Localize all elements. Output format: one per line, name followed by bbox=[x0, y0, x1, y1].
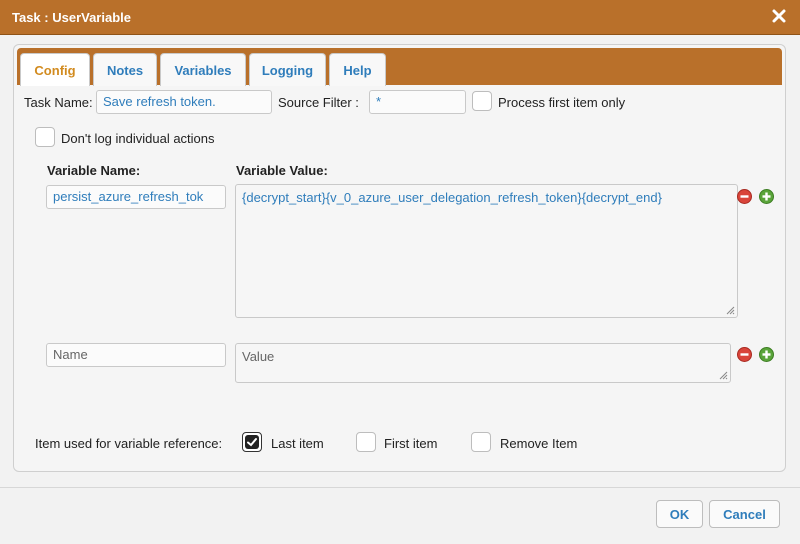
tab-variables[interactable]: Variables bbox=[160, 53, 246, 86]
window-title: Task : UserVariable bbox=[12, 10, 131, 25]
title-bar: Task : UserVariable bbox=[0, 0, 800, 35]
variable-value-header: Variable Value: bbox=[236, 163, 328, 178]
resize-grip-icon[interactable] bbox=[719, 371, 728, 380]
add-circle-icon[interactable] bbox=[759, 189, 774, 204]
footer-divider bbox=[0, 487, 800, 488]
checkmark-icon bbox=[245, 435, 259, 449]
config-panel: Config Notes Variables Logging Help Task… bbox=[13, 44, 786, 472]
new-variable-name-input[interactable]: Name bbox=[46, 343, 226, 367]
add-circle-icon[interactable] bbox=[759, 347, 774, 362]
new-variable-value-textarea[interactable]: Value bbox=[235, 343, 731, 383]
remove-item-checkbox[interactable] bbox=[471, 432, 491, 452]
variable-value-text: {decrypt_start}{v_0_azure_user_delegatio… bbox=[242, 190, 662, 205]
reference-label: Item used for variable reference: bbox=[35, 436, 223, 451]
task-name-input[interactable]: Save refresh token. bbox=[96, 90, 272, 114]
process-first-label: Process first item only bbox=[498, 95, 626, 110]
dont-log-label: Don't log individual actions bbox=[61, 131, 215, 146]
tab-bar: Config Notes Variables Logging Help bbox=[17, 48, 782, 86]
dont-log-checkbox[interactable] bbox=[35, 127, 55, 147]
process-first-checkbox[interactable] bbox=[472, 91, 492, 111]
remove-item-label: Remove Item bbox=[500, 436, 578, 451]
tab-config[interactable]: Config bbox=[20, 53, 90, 86]
ok-button[interactable]: OK bbox=[656, 500, 703, 528]
first-item-checkbox[interactable] bbox=[356, 432, 376, 452]
tab-notes[interactable]: Notes bbox=[93, 53, 157, 86]
resize-grip-icon[interactable] bbox=[726, 306, 735, 315]
task-name-label: Task Name: bbox=[24, 95, 93, 110]
cancel-button[interactable]: Cancel bbox=[709, 500, 780, 528]
tab-logging[interactable]: Logging bbox=[249, 53, 326, 86]
variable-name-header: Variable Name: bbox=[47, 163, 141, 178]
variable-name-input[interactable]: persist_azure_refresh_tok bbox=[46, 185, 226, 209]
last-item-label: Last item bbox=[271, 436, 324, 451]
new-variable-value-placeholder: Value bbox=[242, 349, 275, 364]
remove-circle-icon[interactable] bbox=[737, 189, 752, 204]
variable-value-textarea[interactable]: {decrypt_start}{v_0_azure_user_delegatio… bbox=[235, 184, 738, 318]
source-filter-label: Source Filter : bbox=[278, 95, 359, 110]
remove-circle-icon[interactable] bbox=[737, 347, 752, 362]
source-filter-input[interactable]: * bbox=[369, 90, 466, 114]
close-icon[interactable] bbox=[771, 8, 787, 24]
first-item-label: First item bbox=[384, 436, 438, 451]
tab-help[interactable]: Help bbox=[329, 53, 386, 86]
last-item-checkbox[interactable] bbox=[242, 432, 262, 452]
